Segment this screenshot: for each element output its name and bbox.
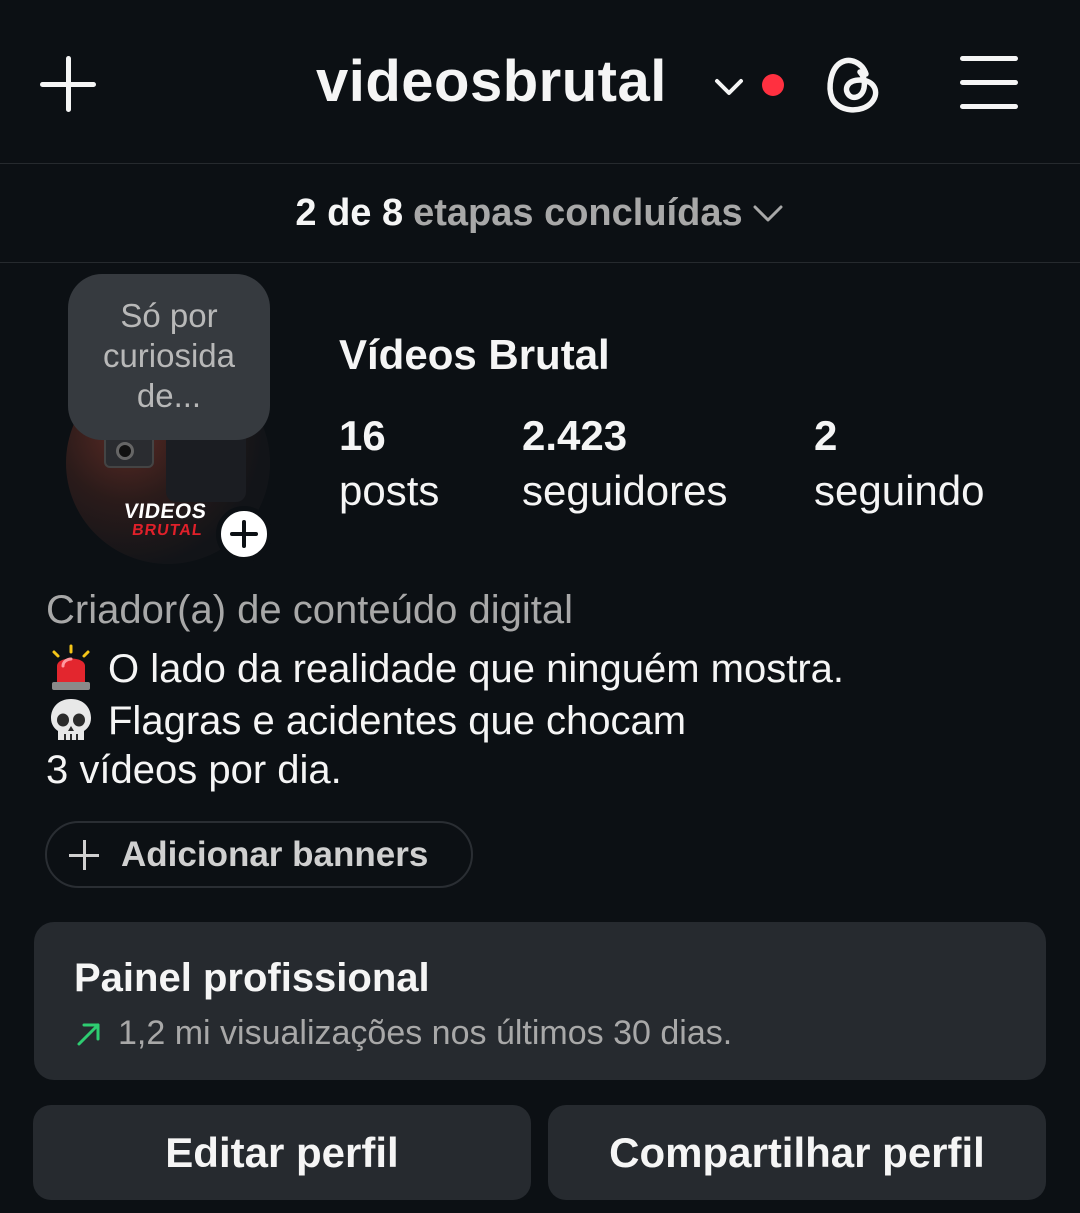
steps-completed-label: etapas concluídas	[413, 191, 743, 234]
bio-line: Flagras e acidentes que chocam	[46, 696, 686, 746]
chevron-down-icon[interactable]	[713, 70, 745, 102]
display-name: Vídeos Brutal	[339, 331, 610, 378]
onboarding-progress[interactable]: 2 de 8 etapas concluídas	[0, 164, 1080, 263]
edit-profile-button[interactable]: Editar perfil	[33, 1105, 531, 1200]
following-stat[interactable]: 2 seguindo	[814, 410, 984, 520]
posts-stat[interactable]: 16 posts	[339, 410, 439, 520]
threads-icon[interactable]	[822, 52, 882, 116]
followers-label: seguidores	[522, 467, 728, 514]
steps-completed-count: 2 de 8	[295, 191, 404, 234]
posts-label: posts	[339, 467, 440, 514]
trend-up-arrow-icon	[77, 1023, 100, 1045]
dashboard-subtitle: 1,2 mi visualizações nos últimos 30 dias…	[74, 1014, 732, 1053]
avatar-logo-text: VIDEOS	[122, 500, 209, 523]
add-banners-label: Adicionar banners	[121, 834, 429, 874]
bio-text: Flagras e acidentes que chocam	[108, 698, 687, 743]
following-count: 2	[814, 412, 838, 459]
add-banners-button[interactable]: Adicionar banners	[45, 821, 473, 888]
bio-text: O lado da realidade que ninguém mostra.	[108, 646, 845, 691]
avatar-logo-subtext: BRUTAL	[130, 522, 204, 539]
professional-dashboard-card[interactable]: Painel profissional 1,2 mi visualizações…	[34, 922, 1046, 1080]
profile-note-bubble[interactable]: Só por curiosida de...	[68, 274, 270, 440]
create-plus-icon[interactable]	[38, 54, 98, 114]
top-bar: videosbrutal	[0, 0, 1080, 164]
bio-line: 3 vídeos por dia.	[46, 748, 342, 793]
account-username[interactable]: videosbrutal	[316, 48, 667, 115]
following-label: seguindo	[814, 467, 985, 514]
add-story-plus-icon[interactable]	[216, 506, 272, 562]
dashboard-title: Painel profissional	[74, 956, 430, 1000]
plus-icon	[69, 839, 99, 870]
share-profile-button[interactable]: Compartilhar perfil	[548, 1105, 1046, 1200]
chevron-down-icon	[753, 205, 783, 222]
menu-icon[interactable]	[960, 56, 1018, 110]
followers-count: 2.423	[522, 412, 628, 459]
skull-emoji-icon	[51, 699, 91, 740]
followers-stat[interactable]: 2.423 seguidores	[522, 410, 727, 520]
notification-dot	[762, 74, 784, 96]
siren-emoji-icon	[52, 644, 90, 690]
profile-category: Criador(a) de conteúdo digital	[46, 588, 573, 632]
bio-line: O lado da realidade que ninguém mostra.	[46, 644, 844, 694]
posts-count: 16	[339, 412, 386, 459]
bio-text: 3 vídeos por dia.	[46, 748, 342, 792]
dashboard-views-text: 1,2 mi visualizações nos últimos 30 dias…	[118, 1014, 733, 1052]
